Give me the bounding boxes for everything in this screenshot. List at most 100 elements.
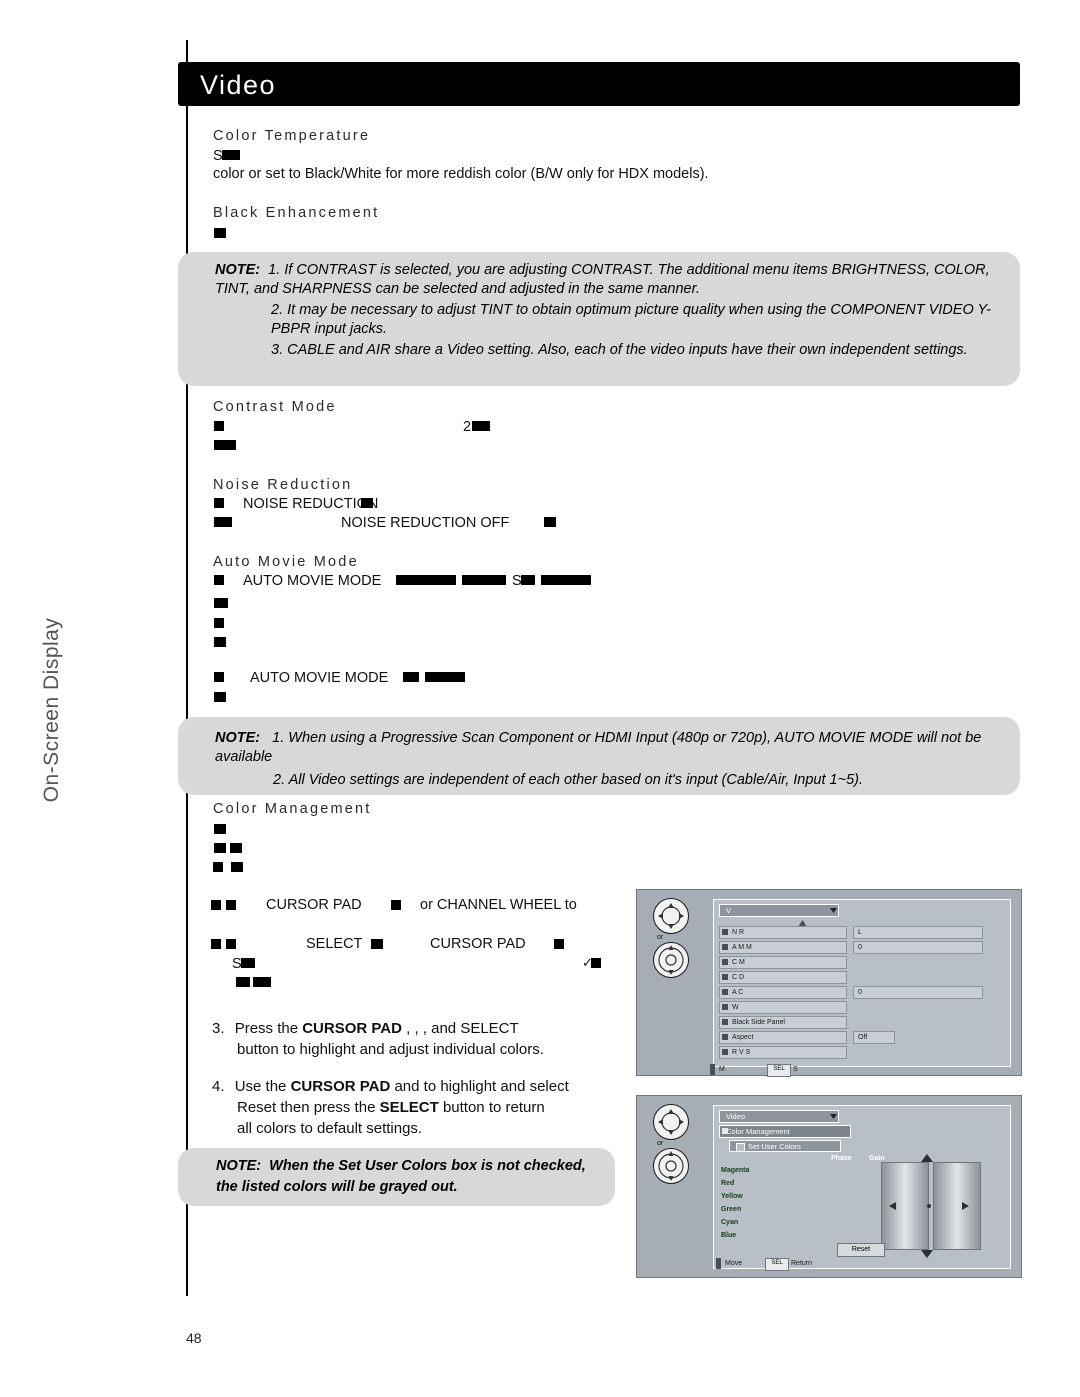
osd-row-value[interactable]: Off	[853, 1031, 895, 1044]
osd-row-value[interactable]: 0	[853, 986, 983, 999]
row-icon	[722, 989, 728, 995]
step-3-line1-pre: Press the	[234, 1020, 303, 1037]
osd-footer-return-label: Return	[791, 1260, 813, 1267]
step-3-cursor-pad-label: CURSOR PAD	[302, 1020, 402, 1037]
osd-footer-move-label: M	[719, 1066, 725, 1073]
redaction-block	[226, 939, 236, 949]
osd-set-user-colors-row[interactable]: Set User Colors	[729, 1140, 841, 1152]
redaction-block	[472, 421, 490, 431]
redaction-block	[214, 440, 236, 450]
remote-channel-wheel-icon	[653, 942, 689, 978]
step-3-number: 3.	[212, 1020, 225, 1037]
redaction-block	[241, 958, 255, 968]
note-3-label: NOTE:	[216, 1158, 262, 1174]
redaction-block	[214, 575, 224, 585]
sidebar-tab-label: On-Screen Display	[40, 617, 63, 803]
osd-column-header-gain: Gain	[869, 1155, 885, 1162]
redaction-block	[236, 977, 250, 987]
updown-icon	[716, 1258, 721, 1269]
osd-or-label: or	[657, 1140, 664, 1147]
row-icon	[722, 1019, 728, 1025]
section-heading-black-enhancement: Black Enhancement	[213, 205, 380, 221]
note-1-label: NOTE:	[215, 262, 261, 278]
step-3-line1-post: , , , and SELECT	[401, 1020, 519, 1037]
row-icon	[722, 929, 728, 935]
contrast-fragment: 2	[463, 419, 472, 435]
osd-row[interactable]: W	[719, 1001, 847, 1014]
auto-movie-line-1: AUTO MOVIE MODE	[243, 573, 382, 589]
redaction-block	[541, 575, 591, 585]
osd-footer-move-label: Move	[725, 1260, 743, 1267]
osd-menu-item-color-management[interactable]: Color Management	[719, 1125, 851, 1138]
osd-row[interactable]: C D	[719, 971, 847, 984]
osd-color-row[interactable]: Cyan	[721, 1219, 738, 1226]
redaction-block	[230, 843, 242, 853]
osd-color-row[interactable]: Blue	[721, 1232, 736, 1239]
page-spine-rule	[186, 40, 188, 1296]
osd-row[interactable]: Black Side Panel	[719, 1016, 847, 1029]
note-1-content: NOTE: 1. If CONTRAST is selected, you ar…	[215, 261, 1005, 360]
osd-color-row[interactable]: Red	[721, 1180, 734, 1187]
redaction-block	[222, 150, 240, 160]
redaction-block	[214, 498, 224, 508]
row-icon	[722, 959, 728, 965]
set-user-colors-label: Set User Colors	[748, 1142, 801, 1151]
note-3-item-1: When the Set User Colors box is not chec…	[216, 1158, 586, 1195]
redaction-block	[462, 575, 506, 585]
osd-row[interactable]: N R	[719, 926, 847, 939]
redaction-block	[231, 862, 243, 872]
redaction-block	[214, 692, 226, 702]
row-icon	[722, 974, 728, 980]
osd-row[interactable]: C M	[719, 956, 847, 969]
redaction-block	[211, 939, 221, 949]
section-heading-noise-reduction: Noise Reduction	[213, 477, 353, 493]
channel-wheel-glyph	[658, 945, 684, 975]
remote-channel-wheel-icon	[653, 1148, 689, 1184]
note-1-item-1: 1. If CONTRAST is selected, you are adju…	[215, 262, 990, 297]
cursor-pad-line-2: CURSOR PAD	[430, 936, 526, 952]
osd-footer-sel-chip: SEL	[765, 1258, 789, 1271]
osd-row[interactable]: R V S	[719, 1046, 847, 1059]
redaction-block	[214, 824, 226, 834]
osd-video-menu-screenshot: or V N R L A M M 0 C M C D A C 0 W Black…	[636, 889, 1022, 1077]
redaction-block	[371, 939, 383, 949]
set-user-colors-checkbox[interactable]	[736, 1142, 745, 1152]
osd-color-row[interactable]: Magenta	[721, 1167, 749, 1174]
noise-reduction-line-2: NOISE REDUCTION OFF	[341, 515, 510, 531]
osd-video-title[interactable]: V	[719, 904, 839, 917]
chevron-down-icon[interactable]	[829, 906, 838, 915]
reset-button[interactable]: Reset	[837, 1243, 885, 1257]
or-channel-wheel-text: or CHANNEL WHEEL to	[420, 897, 577, 913]
osd-cm-title[interactable]: Video	[719, 1110, 839, 1123]
osd-row[interactable]: A M M	[719, 941, 847, 954]
note-3-content: NOTE: When the Set User Colors box is no…	[216, 1156, 611, 1198]
page-header-bar	[178, 62, 1020, 106]
step-4-number: 4.	[212, 1078, 225, 1095]
step-4-line2-post: button to return	[438, 1099, 545, 1116]
cursor-pad-line: CURSOR PAD	[266, 897, 362, 913]
redaction-block	[361, 498, 373, 508]
redaction-block	[214, 637, 226, 647]
osd-row-value[interactable]: 0	[853, 941, 983, 954]
osd-row[interactable]: Aspect	[719, 1031, 847, 1044]
osd-row-value[interactable]: L	[853, 926, 983, 939]
remote-cursor-pad-icon	[653, 1104, 689, 1140]
redaction-block	[396, 575, 456, 585]
note-1-item-3: 3. CABLE and AIR share a Video setting. …	[271, 342, 968, 358]
redaction-block	[214, 421, 224, 431]
redaction-block	[544, 517, 556, 527]
osd-column-header-phase: Phase	[831, 1155, 852, 1162]
osd-row[interactable]: A C	[719, 986, 847, 999]
redaction-block	[214, 672, 224, 682]
osd-color-row[interactable]: Yellow	[721, 1193, 743, 1200]
chevron-down-icon[interactable]	[829, 1112, 838, 1121]
note-1-item-2: 2. It may be necessary to adjust TINT to…	[271, 302, 991, 337]
osd-color-management-screenshot: or Video Color Management Set User Color…	[636, 1095, 1022, 1278]
adjust-arrows-icon	[889, 1202, 969, 1210]
step-3: 3. Press the CURSOR PAD , , , and SELECT…	[212, 1018, 642, 1060]
redaction-block	[391, 900, 401, 910]
redaction-block	[226, 900, 236, 910]
menu-item-icon	[722, 1128, 728, 1134]
osd-color-row[interactable]: Green	[721, 1206, 741, 1213]
step-4-line1-pre: Use the	[234, 1078, 291, 1095]
